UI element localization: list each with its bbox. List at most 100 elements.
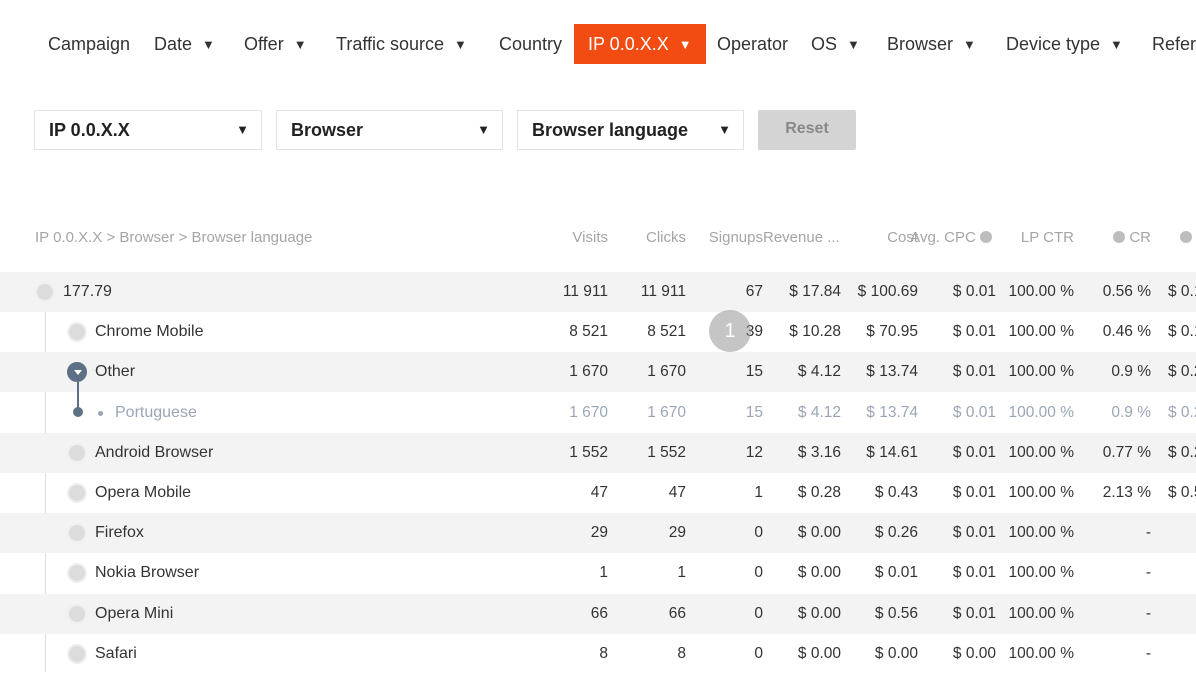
expand-toggle-icon[interactable]: [67, 483, 87, 503]
table-header: IP 0.0.X.X > Browser > Browser language …: [0, 218, 1196, 258]
col-avg-cpc[interactable]: Avg. CPC: [910, 218, 996, 258]
cell-revenue: $ 0.00: [797, 524, 841, 542]
caret-down-icon: ▼: [454, 37, 467, 52]
caret-down-icon: ▼: [236, 122, 249, 137]
tab-ip[interactable]: IP 0.0.X.X ▼: [574, 24, 706, 64]
expand-toggle-icon[interactable]: [67, 563, 87, 584]
tab-operator[interactable]: Operator: [717, 24, 788, 64]
caret-down-icon: ▼: [1110, 37, 1123, 52]
tab-country[interactable]: Country: [499, 24, 562, 64]
col-clicks[interactable]: Clicks: [646, 218, 686, 258]
tab-campaign[interactable]: Campaign: [48, 24, 130, 64]
table-row[interactable]: Other 1 670 1 670 15 $ 4.12 $ 13.74 $ 0.01 100.…: [0, 352, 1196, 393]
path-header: IP 0.0.X.X > Browser > Browser language: [35, 229, 313, 246]
tab-referrer[interactable]: Refer: [1152, 24, 1196, 64]
col-epc[interactable]: [1180, 218, 1196, 258]
cell-revenue: $ 4.12: [797, 403, 841, 421]
cell-ctr: 100.00 %: [1008, 363, 1075, 381]
cell-ctr: 100.00 %: [1008, 283, 1075, 300]
row-name[interactable]: Chrome Mobile: [95, 312, 203, 352]
collapse-toggle-icon[interactable]: [67, 362, 87, 383]
table-row[interactable]: Opera Mini 66 66 0 $ 0.00 $ 0.56 $ 0.01 100.00 …: [0, 593, 1196, 634]
expand-toggle-icon[interactable]: [35, 282, 55, 302]
cell-cpc: $ 0.01: [952, 524, 996, 542]
cell-clicks: 1 670: [647, 363, 686, 381]
table-row[interactable]: Safari 8 8 0 $ 0.00 $ 0.00 $ 0.00 100.00 % -: [0, 634, 1196, 674]
table-row[interactable]: Firefox 29 29 0 $ 0.00 $ 0.26 $ 0.01 100.00 % -: [0, 513, 1196, 554]
caret-down-icon: ▼: [963, 37, 976, 52]
row-name[interactable]: Firefox: [95, 513, 144, 553]
table-row[interactable]: Portuguese 1 670 1 670 15 $ 4.12 $ 13.74 $ 0.0…: [0, 393, 1196, 433]
cell-revenue: $ 4.12: [797, 363, 841, 381]
grouping-select-2[interactable]: Browser ▼: [276, 110, 503, 150]
row-name[interactable]: Opera Mobile: [95, 473, 191, 513]
cell-cr: 0.9 %: [1111, 363, 1151, 381]
cell-cpc: $ 0.01: [952, 323, 996, 341]
cell-cost: $ 0.56: [874, 604, 918, 622]
row-name[interactable]: 177.79: [63, 272, 112, 312]
cell-revenue: $ 0.00: [797, 564, 841, 582]
cell-revenue: $ 0.00: [797, 644, 841, 662]
cell-cost: $ 0.01: [874, 564, 918, 582]
cell-revenue: $ 0.00: [797, 604, 841, 622]
row-name[interactable]: Android Browser: [95, 433, 213, 473]
grouping-select-3[interactable]: Browser language ▼: [517, 110, 744, 150]
tab-browser[interactable]: Browser ▼: [887, 24, 976, 64]
expand-toggle-icon[interactable]: [67, 442, 87, 463]
row-name[interactable]: Other: [95, 352, 135, 392]
expand-toggle-icon[interactable]: [67, 643, 87, 664]
col-cr[interactable]: CR: [1113, 218, 1151, 258]
table-row[interactable]: Nokia Browser 1 1 0 $ 0.00 $ 0.01 $ 0.01 100.00…: [0, 553, 1196, 593]
grouping-tab-bar: Campaign Date ▼ Offer ▼ Traffic source ▼ Co…: [0, 24, 1196, 64]
cell-revenue: $ 17.84: [789, 283, 841, 300]
col-visits[interactable]: Visits: [572, 218, 608, 258]
cell-cr: -: [1145, 644, 1151, 662]
bullet-icon: [98, 410, 103, 416]
cell-cr: 0.46 %: [1102, 323, 1151, 341]
tab-traffic-source[interactable]: Traffic source ▼: [336, 24, 467, 64]
cell-cost: $ 70.95: [866, 323, 918, 341]
table-row[interactable]: Android Browser 1 552 1 552 12 $ 3.16 $ 14.61…: [0, 432, 1196, 473]
col-revenue[interactable]: Revenue ...: [763, 218, 840, 258]
tree-branch-node: [73, 407, 83, 417]
cell-epc: $ 0.5: [1168, 484, 1196, 501]
col-signups[interactable]: Signups: [709, 218, 763, 258]
expand-toggle-icon[interactable]: [67, 523, 87, 544]
reset-button[interactable]: Reset: [758, 110, 856, 150]
cell-ctr: 100.00 %: [1008, 443, 1075, 461]
tab-os[interactable]: OS ▼: [811, 24, 860, 64]
grouping-select-1[interactable]: IP 0.0.X.X ▼: [34, 110, 262, 150]
row-name[interactable]: Nokia Browser: [95, 553, 199, 593]
help-icon[interactable]: [1113, 231, 1126, 243]
cell-signups: 12: [745, 443, 763, 461]
cell-cpc: $ 0.01: [952, 484, 996, 501]
cell-visits: 47: [590, 484, 608, 501]
cell-revenue: $ 3.16: [797, 443, 841, 461]
cell-signups: 67: [745, 283, 763, 300]
row-name[interactable]: Opera Mini: [95, 594, 173, 634]
expand-toggle-icon[interactable]: [67, 322, 87, 343]
row-name[interactable]: Portuguese: [115, 393, 197, 433]
col-lp-ctr[interactable]: LP CTR: [1021, 218, 1074, 258]
cell-signups: 0: [754, 644, 763, 662]
table-row[interactable]: 177.79 11 911 11 911 67 $ 17.84 $ 100.69 $ 0.0…: [0, 272, 1196, 312]
cell-cr: 0.77 %: [1102, 443, 1151, 461]
cell-visits: 8 521: [569, 323, 608, 341]
cell-signups: 1: [754, 484, 763, 501]
cell-clicks: 47: [668, 484, 686, 501]
table-row[interactable]: Chrome Mobile 8 521 8 521 39 $ 10.28 $ 70.95 $…: [0, 312, 1196, 352]
cell-cpc: $ 0.01: [952, 604, 996, 622]
tab-offer[interactable]: Offer ▼: [244, 24, 307, 64]
cell-cpc: $ 0.01: [952, 403, 996, 421]
expand-toggle-icon[interactable]: [67, 603, 87, 624]
cell-ctr: 100.00 %: [1008, 403, 1075, 421]
help-icon[interactable]: [1180, 231, 1192, 243]
row-name[interactable]: Safari: [95, 634, 137, 674]
tab-date[interactable]: Date ▼: [154, 24, 215, 64]
table-row[interactable]: Opera Mobile 47 47 1 $ 0.28 $ 0.43 $ 0.01 100.0…: [0, 473, 1196, 513]
cell-cr: 0.9 %: [1111, 403, 1151, 421]
help-icon[interactable]: [980, 231, 992, 243]
cell-epc: $ 0.1: [1168, 283, 1196, 300]
cell-cr: -: [1145, 604, 1151, 622]
tab-device-type[interactable]: Device type ▼: [1006, 24, 1123, 64]
